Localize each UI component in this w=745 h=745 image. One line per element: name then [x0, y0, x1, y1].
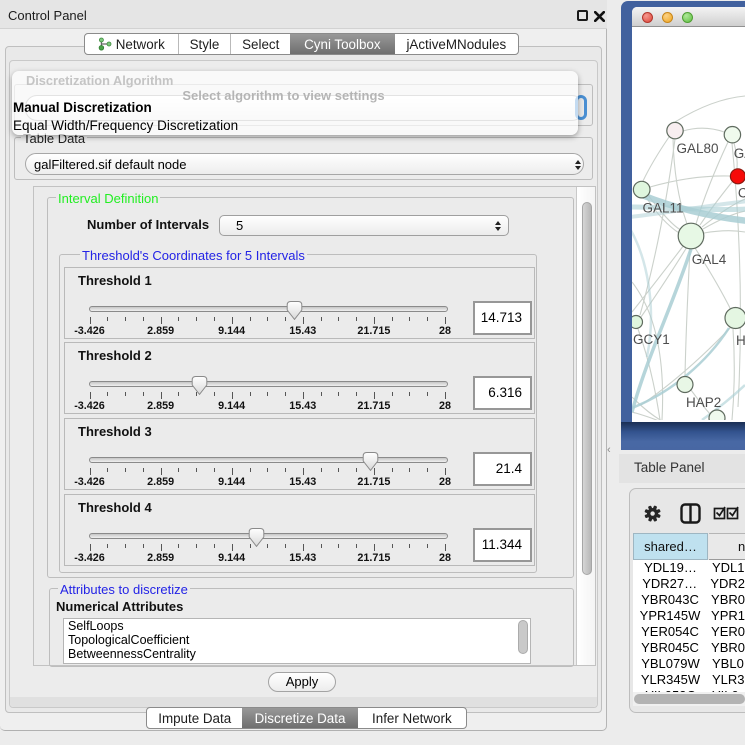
svg-text:HAP2: HAP2 — [686, 395, 721, 410]
svg-text:GCY1: GCY1 — [633, 332, 670, 347]
svg-text:GAL80: GAL80 — [734, 146, 745, 161]
svg-text:GAL11: GAL11 — [643, 201, 684, 216]
svg-text:GAL80: GAL80 — [677, 141, 719, 156]
svg-text:HIS4: HIS4 — [736, 333, 745, 348]
svg-text:CDC: CDC — [738, 186, 745, 201]
svg-text:GAL4: GAL4 — [692, 252, 727, 267]
